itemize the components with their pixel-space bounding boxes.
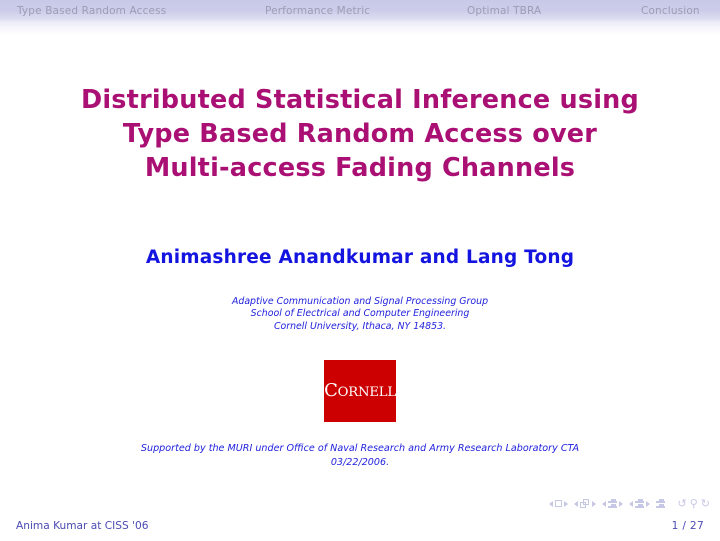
- logo-container: CORNELL: [0, 360, 720, 422]
- nav-item-type-based-random-access[interactable]: Type Based Random Access: [17, 5, 166, 17]
- cornell-logo-text: CORNELL: [324, 379, 396, 401]
- support-line-date: 03/22/2006.: [330, 456, 390, 468]
- next-frame-icon[interactable]: [591, 500, 596, 507]
- history-navigation-group[interactable]: ↺ ⚲ ↻: [678, 498, 711, 509]
- document-bars-icon[interactable]: [655, 499, 665, 508]
- square-icon[interactable]: [554, 500, 562, 507]
- author-names: Animashree Anandkumar and Lang Tong: [145, 247, 575, 268]
- nav-bar-gradient-fade: [0, 23, 720, 35]
- nav-item-optimal-tbra[interactable]: Optimal TBRA: [467, 5, 541, 17]
- support-note: Supported by the MURI under Office of Na…: [0, 442, 720, 469]
- search-icon[interactable]: ⚲: [690, 498, 698, 509]
- slide-navigation-group[interactable]: [548, 500, 568, 507]
- forward-arrow-icon[interactable]: ↻: [701, 498, 710, 509]
- document-navigation-group[interactable]: [655, 499, 665, 508]
- cornell-logo-rest: ORNELL: [337, 384, 396, 400]
- title-line-3: Multi-access Fading Channels: [144, 153, 576, 183]
- section-bars-icon[interactable]: [634, 499, 644, 508]
- title-line-2: Type Based Random Access over: [122, 119, 598, 149]
- back-arrow-icon[interactable]: ↺: [678, 498, 687, 509]
- next-section-icon[interactable]: [645, 500, 650, 507]
- footer-page-number: 1 / 27: [671, 520, 704, 532]
- affiliation-line-1: Adaptive Communication and Signal Proces…: [231, 296, 489, 307]
- affiliation-block: Adaptive Communication and Signal Proces…: [0, 296, 720, 333]
- top-navigation-bar: Type Based Random Access Performance Met…: [0, 0, 720, 23]
- frame-navigation-group[interactable]: [573, 499, 596, 508]
- beamer-navigation-symbols[interactable]: ↺ ⚲ ↻: [548, 498, 711, 509]
- nav-item-conclusion[interactable]: Conclusion: [641, 5, 700, 17]
- next-subsection-icon[interactable]: [618, 500, 623, 507]
- next-slide-icon[interactable]: [563, 500, 568, 507]
- affiliation-line-2: School of Electrical and Computer Engine…: [250, 308, 470, 320]
- cornell-logo: CORNELL: [324, 360, 396, 422]
- section-navigation-group[interactable]: [628, 499, 650, 508]
- previous-slide-icon[interactable]: [548, 500, 553, 507]
- support-line-funding: Supported by the MURI under Office of Na…: [140, 443, 580, 454]
- presentation-title: Distributed Statistical Inference using …: [0, 83, 720, 185]
- title-line-1: Distributed Statistical Inference using: [81, 85, 639, 115]
- stacked-squares-icon[interactable]: [579, 499, 590, 508]
- previous-section-icon[interactable]: [628, 500, 633, 507]
- slide-footer: Anima Kumar at CISS '06 1 / 27: [0, 520, 720, 532]
- subsection-navigation-group[interactable]: [601, 499, 623, 508]
- nav-item-performance-metric[interactable]: Performance Metric: [265, 5, 370, 17]
- footer-author-venue: Anima Kumar at CISS '06: [16, 520, 149, 532]
- previous-frame-icon[interactable]: [573, 500, 578, 507]
- subsection-bars-icon[interactable]: [607, 499, 617, 508]
- previous-subsection-icon[interactable]: [601, 500, 606, 507]
- cornell-logo-initial: C: [324, 379, 338, 401]
- affiliation-line-3: Cornell University, Ithaca, NY 14853.: [273, 320, 447, 332]
